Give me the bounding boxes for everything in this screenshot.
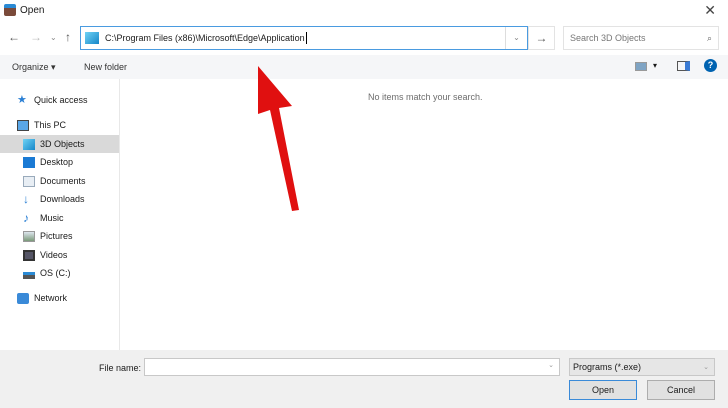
file-name-label: File name:: [99, 363, 142, 373]
annotation-arrow: [258, 66, 299, 211]
red-arrow-icon: [258, 66, 299, 211]
file-name-input[interactable]: ⌄: [144, 358, 560, 376]
open-button[interactable]: Open: [569, 380, 637, 400]
chevron-down-icon: ⌄: [703, 364, 709, 371]
file-type-select[interactable]: Programs (*.exe) ⌄: [569, 358, 715, 376]
chevron-down-icon: ⌄: [548, 362, 554, 369]
file-type-value: Programs (*.exe): [573, 362, 642, 372]
cancel-button[interactable]: Cancel: [647, 380, 715, 400]
